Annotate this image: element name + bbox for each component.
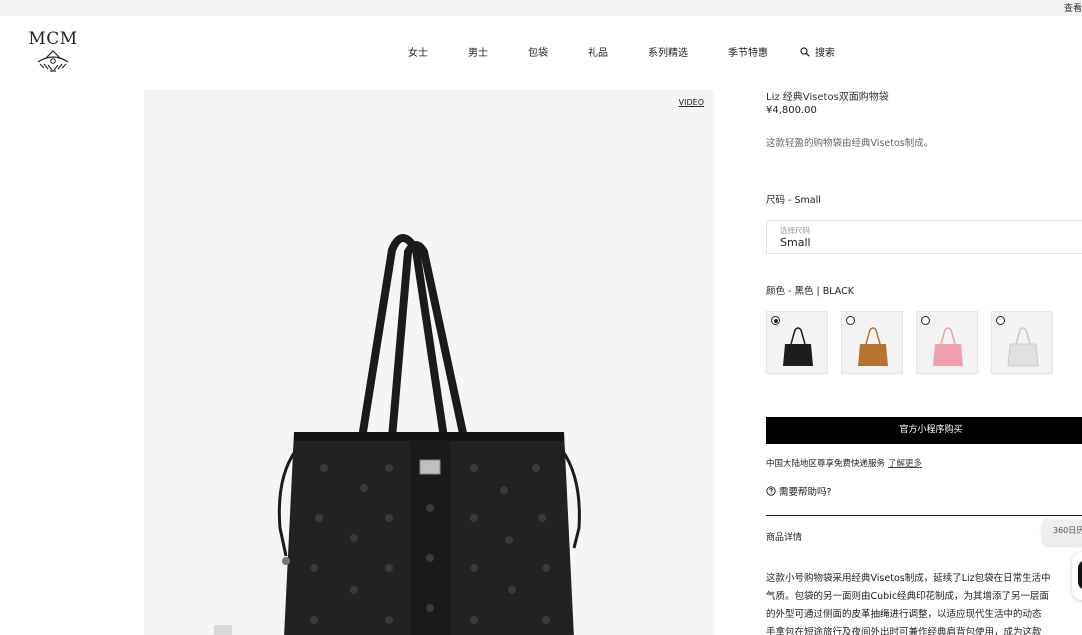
search-label: 搜索 bbox=[815, 48, 835, 59]
color-swatch-cognac[interactable] bbox=[841, 311, 903, 374]
floating-tab-label: 360日历 bbox=[1053, 526, 1082, 535]
shipping-info: 中国大陆地区尊享免费快递服务 了解更多 bbox=[766, 457, 922, 469]
radio-unselected-icon bbox=[846, 316, 855, 325]
question-circle-icon bbox=[766, 486, 776, 496]
site-header: MCM 女士 男士 包袋 礼品 系列精选 季节特惠 搜索 bbox=[0, 16, 1082, 86]
radio-selected-icon bbox=[771, 316, 780, 325]
nav-item-men[interactable]: 男士 bbox=[468, 44, 488, 59]
size-label: 尺码 - Small bbox=[766, 195, 821, 206]
section-divider bbox=[766, 515, 1082, 516]
size-select[interactable]: 选择尺码 Small bbox=[766, 220, 1082, 254]
radio-unselected-icon bbox=[921, 316, 930, 325]
gallery-thumbnail-indicator[interactable] bbox=[214, 625, 232, 635]
brand-logo[interactable]: MCM bbox=[28, 29, 78, 75]
logo-wordmark: MCM bbox=[28, 29, 78, 49]
details-line: 这款小号购物袋采用经典Visetos制成，延续了Liz包袋在日常生活中 bbox=[766, 573, 1051, 584]
details-line: 气质。包袋的另一面则由Cubic经典印花制成，为其增添了另一层面 bbox=[766, 591, 1050, 602]
video-link[interactable]: VIDEO bbox=[679, 98, 704, 107]
nav-item-women[interactable]: 女士 bbox=[408, 44, 428, 59]
product-details-body: 这款小号购物袋采用经典Visetos制成，延续了Liz包袋在日常生活中 气质。包… bbox=[766, 570, 1082, 635]
bag-thumbnail-pink bbox=[933, 327, 963, 366]
size-select-value: Small bbox=[780, 236, 811, 249]
product-description: 这款轻盈的购物袋由经典Visetos制成。 bbox=[766, 138, 934, 149]
nav-item-bags[interactable]: 包袋 bbox=[528, 44, 548, 59]
details-line: 的外型可通过侧面的皮革抽绳进行调整，以适应现代生活中的动态 bbox=[766, 609, 1042, 620]
learn-more-link[interactable]: 了解更多 bbox=[888, 459, 922, 469]
size-select-placeholder: 选择尺码 bbox=[780, 226, 810, 235]
bag-thumbnail-white bbox=[1007, 327, 1039, 367]
product-image-black-tote bbox=[277, 234, 581, 635]
color-label: 颜色 - 黑色 | BLACK bbox=[766, 286, 854, 297]
product-details-heading[interactable]: 商品详情 bbox=[766, 530, 802, 543]
floating-widget[interactable] bbox=[1072, 552, 1082, 600]
laurel-crest-icon bbox=[37, 50, 69, 72]
shipping-text: 中国大陆地区尊享免费快递服务 bbox=[766, 459, 886, 469]
help-label: 需要帮助吗? bbox=[779, 487, 832, 498]
product-name: Liz 经典Visetos双面购物袋 bbox=[766, 92, 889, 103]
color-swatches bbox=[766, 311, 1082, 375]
product-image-gallery[interactable]: VIDEO bbox=[144, 90, 714, 635]
help-link[interactable]: 需要帮助吗? bbox=[766, 484, 832, 498]
top-utility-bar: 查看 bbox=[0, 0, 1082, 16]
color-swatch-black[interactable] bbox=[766, 311, 828, 374]
floating-calendar-tab[interactable]: 360日历 bbox=[1042, 519, 1082, 545]
bag-thumbnail-cognac bbox=[858, 327, 888, 366]
color-swatch-white[interactable] bbox=[991, 311, 1053, 374]
product-price: ¥4,800.00 bbox=[766, 105, 817, 116]
bag-thumbnail-black bbox=[783, 327, 813, 366]
topbar-link[interactable]: 查看 bbox=[1064, 1, 1082, 14]
radio-unselected-icon bbox=[996, 316, 1005, 325]
search-button[interactable]: 搜索 bbox=[800, 44, 835, 59]
nav-item-seasonal-sale[interactable]: 季节特惠 bbox=[728, 44, 768, 59]
nav-item-collections[interactable]: 系列精选 bbox=[648, 44, 688, 59]
color-swatch-pink[interactable] bbox=[916, 311, 978, 374]
details-line: 手拿包在短途旅行及夜间外出时可兼作经典肩背包使用，成为这款 bbox=[766, 627, 1042, 635]
floating-widget-icon bbox=[1078, 560, 1082, 590]
nav-item-gifts[interactable]: 礼品 bbox=[588, 44, 608, 59]
search-icon bbox=[800, 46, 810, 57]
buy-via-mini-program-button[interactable]: 官方小程序购买 bbox=[766, 417, 1082, 444]
product-info-panel: Liz 经典Visetos双面购物袋 ¥4,800.00 这款轻盈的购物袋由经典… bbox=[766, 86, 1082, 635]
